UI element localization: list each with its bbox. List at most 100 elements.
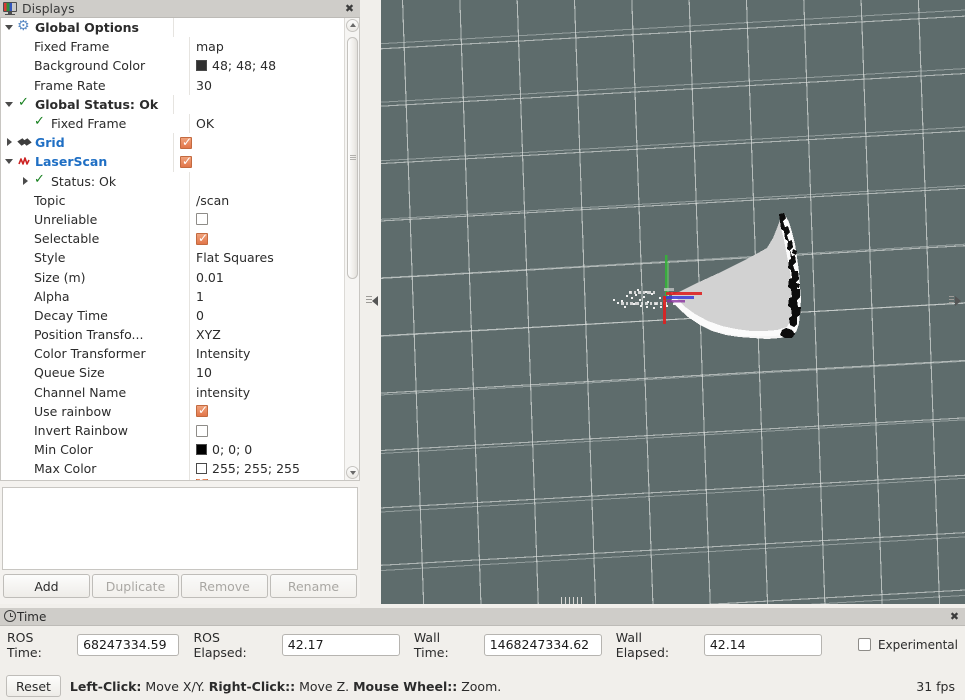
chevron-right-icon[interactable] <box>5 138 14 147</box>
tree-row[interactable]: Topic/scan <box>1 190 344 210</box>
tree-row-value: XYZ <box>196 327 221 343</box>
tree-row[interactable]: Position Transfo... XYZ <box>1 325 344 345</box>
tree-row-checkbox[interactable] <box>180 154 192 168</box>
scrollbar-thumb[interactable] <box>347 37 358 279</box>
tree-row-checkbox[interactable] <box>196 213 208 226</box>
tree-row-clipped[interactable] <box>1 478 344 480</box>
chevron-none-icon <box>21 311 30 320</box>
time-field-input[interactable]: 42.17 <box>281 633 400 656</box>
tree-row[interactable]: Background Color 48; 48; 48 <box>1 56 344 76</box>
tree-row-checkbox[interactable] <box>196 403 208 418</box>
tree-row[interactable]: Use rainbow <box>1 401 344 421</box>
tree-row[interactable]: Status: Ok <box>1 171 344 191</box>
tree-row[interactable]: Global Options <box>1 18 344 38</box>
rename-button[interactable]: Rename <box>270 574 357 598</box>
chevron-right-icon[interactable] <box>21 176 30 186</box>
tree-row[interactable]: Invert Rainbow <box>1 420 344 441</box>
horizontal-splitter-grip[interactable] <box>561 597 587 604</box>
close-icon[interactable]: ✖ <box>948 610 961 623</box>
tree-row-label-cell: Max Color <box>17 461 189 476</box>
tree-row[interactable]: Unreliable <box>1 209 344 230</box>
tree-row-value-cell[interactable] <box>189 401 344 421</box>
tree-row-value-cell[interactable]: 1 <box>189 286 344 306</box>
displays-tree[interactable]: Global OptionsFixed FramemapBackground C… <box>1 18 344 480</box>
tree-row-value-cell[interactable] <box>173 133 344 153</box>
tree-row-checkbox[interactable] <box>196 231 208 245</box>
color-swatch[interactable] <box>196 60 207 72</box>
tree-row-value-cell[interactable] <box>189 229 344 249</box>
tree-row-value-cell[interactable]: /scan <box>189 190 344 210</box>
chevron-down-icon[interactable] <box>5 157 14 166</box>
duplicate-button[interactable]: Duplicate <box>92 574 179 598</box>
tree-row[interactable]: Fixed Frame map <box>1 37 344 57</box>
tree-row-value-cell[interactable]: map <box>189 37 344 57</box>
time-field-input[interactable]: 68247334.59 <box>77 633 180 656</box>
tree-row[interactable]: Fixed Frame OK <box>1 113 344 134</box>
tree-row[interactable]: Alpha 1 <box>1 286 344 306</box>
chevron-down-icon[interactable] <box>5 100 14 109</box>
tree-row-value-cell[interactable]: 0.01 <box>189 267 344 287</box>
tree-row-label-cell: Size (m) <box>17 270 189 285</box>
tree-row[interactable]: Size (m) 0.01 <box>1 267 344 287</box>
tree-row-checkbox[interactable] <box>196 478 208 480</box>
tree-row-checkbox[interactable] <box>196 424 208 437</box>
time-field-input[interactable]: 1468247334.62 <box>483 633 602 656</box>
displays-tree-container[interactable]: Global OptionsFixed FramemapBackground C… <box>0 18 360 481</box>
tree-row-value-cell[interactable] <box>189 209 344 230</box>
displays-title-bar: Displays ✖ <box>0 0 360 18</box>
experimental-checkbox-wrap[interactable]: Experimental <box>857 638 958 652</box>
chevron-down-icon[interactable] <box>5 23 14 32</box>
tree-row-value-cell[interactable] <box>173 152 344 172</box>
tree-row-value-cell[interactable]: 255; 255; 255 <box>189 459 344 479</box>
tree-row-label-cell: Frame Rate <box>17 78 189 93</box>
scroll-up-icon[interactable] <box>346 19 359 32</box>
close-icon[interactable]: ✖ <box>343 2 356 15</box>
3d-render-viewport[interactable] <box>381 0 965 604</box>
tree-row[interactable]: Decay Time 0 <box>1 305 344 325</box>
tree-row-value-cell[interactable] <box>173 94 344 114</box>
chevron-none-icon <box>21 61 30 70</box>
tree-row[interactable]: Selectable <box>1 229 344 249</box>
tree-row[interactable]: Min Color 0; 0; 0 <box>1 440 344 460</box>
color-swatch[interactable] <box>196 444 207 456</box>
tree-row-value-cell[interactable]: XYZ <box>189 325 344 345</box>
panel-splitter-handle[interactable] <box>366 292 378 312</box>
add-button[interactable]: Add <box>3 574 90 598</box>
tree-row-value-cell[interactable] <box>189 171 344 191</box>
tree-row[interactable]: Channel Name intensity <box>1 382 344 402</box>
tree-row[interactable]: Global Status: Ok <box>1 94 344 114</box>
tree-row-label: Grid <box>35 135 65 151</box>
tree-row-value-cell[interactable]: OK <box>189 113 344 134</box>
tree-row-value-cell[interactable]: 30 <box>189 75 344 95</box>
scroll-down-icon[interactable] <box>346 466 359 479</box>
tree-row-checkbox[interactable] <box>180 135 192 149</box>
remove-button[interactable]: Remove <box>181 574 268 598</box>
time-field-input[interactable]: 42.14 <box>703 633 822 656</box>
tree-row[interactable]: LaserScan <box>1 152 344 172</box>
tree-row[interactable]: Color Transformer Intensity <box>1 344 344 364</box>
tree-row-value-cell[interactable] <box>173 18 344 38</box>
right-panel-splitter-handle[interactable] <box>949 292 963 312</box>
tree-row[interactable]: Queue Size 10 <box>1 363 344 383</box>
tree-row-value-cell[interactable] <box>189 478 344 480</box>
tree-row-value-cell[interactable]: Intensity <box>189 344 344 364</box>
experimental-checkbox[interactable] <box>857 638 871 651</box>
tree-row-value-cell[interactable]: intensity <box>189 382 344 402</box>
tree-row-value-cell[interactable]: 0; 0; 0 <box>189 440 344 460</box>
hint-segment: Mouse Wheel:: <box>353 678 458 694</box>
tree-row-label-cell: Position Transfo... <box>17 327 189 342</box>
tree-row[interactable]: Style Flat Squares <box>1 248 344 268</box>
reset-button[interactable]: Reset <box>6 675 61 697</box>
tree-row-value-cell[interactable] <box>189 420 344 441</box>
tree-row-value-cell[interactable]: Flat Squares <box>189 248 344 268</box>
tree-row-value-cell[interactable]: 0 <box>189 305 344 325</box>
tree-row-value-cell[interactable]: 10 <box>189 363 344 383</box>
tree-row[interactable]: Max Color 255; 255; 255 <box>1 459 344 479</box>
tree-row-label-cell: Color Transformer <box>17 346 189 361</box>
color-swatch[interactable] <box>196 463 207 475</box>
tree-row[interactable]: Grid <box>1 133 344 153</box>
tree-row[interactable]: Frame Rate 30 <box>1 75 344 95</box>
displays-scrollbar[interactable] <box>344 18 359 480</box>
tree-row-value-cell[interactable]: 48; 48; 48 <box>189 56 344 76</box>
tree-row-label: Frame Rate <box>34 77 106 93</box>
